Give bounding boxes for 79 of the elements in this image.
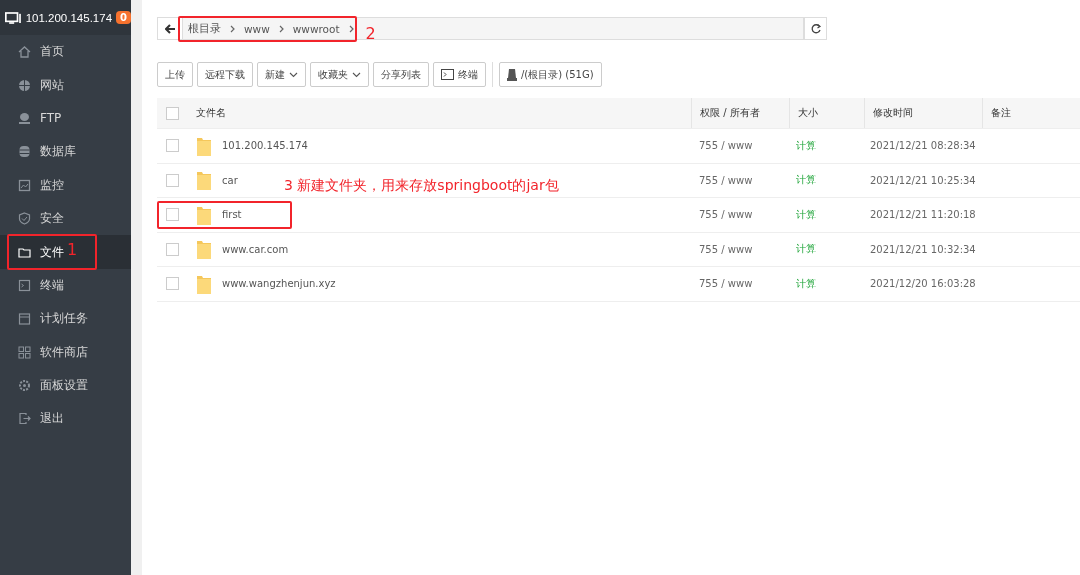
table-cell-text: 2021/12/21 10:25:34 (869, 174, 977, 186)
table-cell-text: 755 / www (698, 140, 754, 152)
nav-item[interactable]: FTP (0, 101, 131, 136)
nav-item[interactable]: 网站 (0, 68, 131, 102)
nav-item[interactable]: 安全 (0, 201, 131, 236)
table-cell-text: 755 / www (698, 278, 754, 290)
folder-icon (196, 135, 212, 156)
annotation-label: 1 (67, 240, 78, 260)
table-cell-text: 755 / www (698, 243, 754, 255)
table-cell-text: 2021/12/21 10:32:34 (869, 243, 977, 255)
arrow-left-icon (164, 23, 176, 34)
terminal-icon (17, 277, 32, 293)
checkbox[interactable] (166, 139, 179, 153)
calendar-icon (17, 311, 32, 327)
toolbar-button[interactable]: 收藏夹 (310, 62, 369, 87)
column-header: 修改时间 (864, 98, 982, 128)
nav-item[interactable]: 终端 (0, 268, 131, 303)
breadcrumb-link[interactable]: wwwroot (292, 22, 340, 35)
file-name-link[interactable]: www.car.com (222, 243, 289, 255)
chevron-right-icon (230, 24, 235, 33)
select-all-checkbox[interactable] (166, 106, 179, 120)
folder-icon (196, 273, 212, 294)
nav-item[interactable]: 监控 (0, 168, 131, 202)
toolbar-button[interactable]: 远程下载 (197, 62, 253, 87)
refresh-button[interactable] (804, 17, 827, 40)
folder-icon (196, 239, 212, 260)
chevron-right-icon (278, 24, 284, 33)
back-button[interactable] (157, 17, 183, 40)
checkbox[interactable] (166, 173, 179, 187)
toolbar-button[interactable]: 新建 (257, 62, 306, 87)
nav-item[interactable]: 数据库 (0, 135, 131, 169)
table-cell-text: 2021/12/20 16:03:28 (869, 278, 977, 290)
table-cell-text: 2021/12/21 08:28:34 (869, 140, 977, 152)
column-header: 权限 / 所有者 (691, 98, 789, 128)
shield-icon (17, 211, 32, 227)
toolbar-button[interactable]: 终端 (433, 62, 486, 87)
nav-item[interactable]: 首页 (0, 35, 131, 69)
file-name-link[interactable]: www.wangzhenjun.xyz (222, 278, 336, 290)
toolbar-button[interactable]: /(根目录) (51G) (499, 62, 602, 87)
column-header: 备注 (982, 98, 1080, 128)
exit-icon (17, 411, 32, 427)
caret-icon (352, 71, 361, 78)
annotation-label: 3 新建文件夹，用来存放springboot的jar包 (284, 177, 559, 196)
chart-icon (17, 177, 32, 193)
chevron-right-icon (348, 24, 354, 33)
nav-item[interactable]: 软件商店 (0, 335, 131, 369)
file-name-link[interactable]: 101.200.145.174 (222, 140, 308, 152)
monitor-icon (5, 9, 22, 26)
column-header: 大小 (789, 98, 864, 128)
nav-item[interactable]: 面板设置 (0, 368, 131, 403)
table-cell-text: 755 / www (698, 209, 754, 221)
globe-icon (17, 77, 32, 93)
annotation-label: 2 (365, 23, 376, 43)
settings-icon (17, 378, 32, 394)
folder-icon (196, 204, 212, 225)
nav-item[interactable]: 退出 (0, 402, 131, 436)
nav-item[interactable]: 计划任务 (0, 302, 131, 336)
toolbar-button[interactable]: 上传 (157, 62, 193, 87)
checkbox[interactable] (166, 242, 179, 256)
caret-icon (289, 71, 298, 78)
file-name-link[interactable]: car (222, 174, 238, 186)
checkbox[interactable] (166, 208, 179, 222)
table-cell-text: 755 / www (698, 174, 754, 186)
home-icon (17, 44, 32, 60)
refresh-icon (809, 22, 822, 35)
server-icon (17, 110, 32, 126)
file-name-link[interactable]: first (222, 209, 242, 221)
server-address: 101.200.145.174 (25, 11, 113, 24)
folder-icon (196, 170, 212, 191)
toolbar-button[interactable]: 分享列表 (373, 62, 429, 87)
notification-badge: 0 (116, 11, 131, 24)
column-header: 文件名 (196, 106, 227, 120)
table-cell-text: 2021/12/21 11:20:18 (869, 209, 977, 221)
terminal-icon (441, 69, 454, 80)
database-icon (17, 144, 32, 160)
breadcrumb-link[interactable]: 根目录 (188, 21, 221, 36)
grid-icon (17, 344, 32, 360)
checkbox[interactable] (166, 277, 179, 291)
breadcrumb-link[interactable]: www (244, 22, 270, 35)
